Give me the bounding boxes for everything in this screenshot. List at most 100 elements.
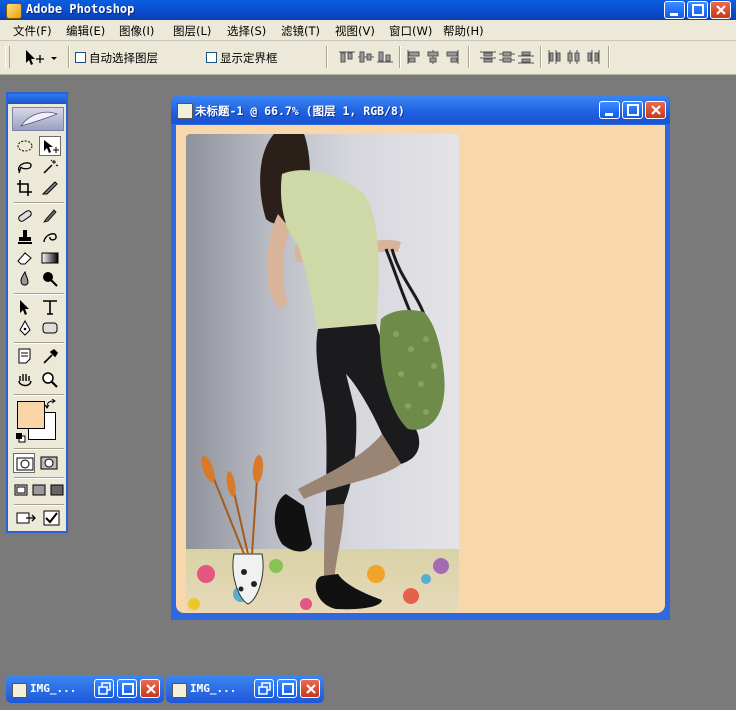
toolbox-title-bar[interactable] xyxy=(8,94,66,104)
options-bar-grip[interactable] xyxy=(5,46,10,68)
swap-colors-icon[interactable] xyxy=(45,399,57,410)
minimized-window-title: IMG_... xyxy=(190,682,237,695)
minimized-window-1[interactable]: IMG_... xyxy=(6,675,164,703)
document-minimize-button[interactable] xyxy=(599,101,620,119)
rectangle-shape-tool[interactable] xyxy=(39,318,61,338)
align-bottom-icon[interactable] xyxy=(376,49,394,65)
notes-tool[interactable] xyxy=(14,346,36,366)
show-bounding-box-label: 显示定界框 xyxy=(220,51,278,65)
clone-stamp-tool[interactable] xyxy=(14,227,36,247)
eyedropper-tool[interactable] xyxy=(39,346,61,366)
move-tool-preset-icon[interactable] xyxy=(22,47,62,69)
standard-mode-button[interactable] xyxy=(13,453,35,473)
menu-bar: 文件(F) 编辑(E) 图像(I) 图层(L) 选择(S) 滤镜(T) 视图(V… xyxy=(0,20,736,41)
separator xyxy=(540,46,542,68)
standard-mode-icon xyxy=(16,457,34,471)
elliptical-marquee-tool[interactable] xyxy=(14,136,36,156)
woman-with-handbag-photo xyxy=(186,134,459,611)
canvas-photo[interactable] xyxy=(186,134,459,611)
blur-tool[interactable] xyxy=(14,269,36,289)
maximize-button[interactable] xyxy=(277,679,297,698)
blur-drop-icon xyxy=(20,271,29,286)
pen-tool[interactable] xyxy=(14,318,36,338)
distribute-horizontal-center-icon[interactable] xyxy=(565,49,583,65)
hand-tool[interactable] xyxy=(14,370,36,390)
align-left-icon[interactable] xyxy=(405,49,423,65)
crop-tool[interactable] xyxy=(14,178,36,198)
history-brush-tool[interactable] xyxy=(39,227,61,247)
distribute-vertical-center-icon[interactable] xyxy=(498,49,516,65)
menu-edit[interactable]: 编辑(E) xyxy=(66,23,105,39)
type-tool[interactable] xyxy=(39,297,61,317)
healing-brush-tool[interactable] xyxy=(14,206,36,226)
slice-knife-icon xyxy=(41,181,58,195)
align-vertical-center-icon[interactable] xyxy=(357,49,375,65)
auto-select-layer-checkbox[interactable] xyxy=(75,52,86,63)
magic-wand-tool[interactable] xyxy=(39,157,61,177)
slice-tool[interactable] xyxy=(39,178,61,198)
restore-button[interactable] xyxy=(254,679,274,698)
menu-filter[interactable]: 滤镜(T) xyxy=(281,23,320,39)
menu-window[interactable]: 窗口(W) xyxy=(389,23,432,39)
menu-select[interactable]: 选择(S) xyxy=(227,23,266,39)
maximize-button[interactable] xyxy=(687,1,708,19)
zoom-tool[interactable] xyxy=(39,370,61,390)
full-screen-mode[interactable] xyxy=(48,481,66,501)
quick-mask-button[interactable] xyxy=(38,453,60,473)
gradient-icon xyxy=(41,252,59,264)
menu-image[interactable]: 图像(I) xyxy=(119,23,154,39)
restore-button[interactable] xyxy=(94,679,114,698)
close-icon xyxy=(306,684,316,694)
imageready-icon xyxy=(16,512,36,524)
menu-layer[interactable]: 图层(L) xyxy=(173,23,211,39)
show-bounding-box-checkbox[interactable] xyxy=(206,52,217,63)
menu-file[interactable]: 文件(F) xyxy=(13,23,52,39)
tool-separator xyxy=(14,394,64,396)
crop-icon xyxy=(17,180,32,196)
dodge-tool[interactable] xyxy=(39,269,61,289)
maximize-button[interactable] xyxy=(117,679,137,698)
default-colors-icon[interactable] xyxy=(15,432,26,443)
minimize-button[interactable] xyxy=(664,1,685,19)
close-button[interactable] xyxy=(300,679,320,698)
standard-screen-mode[interactable] xyxy=(12,481,30,501)
distribute-right-icon[interactable] xyxy=(584,49,602,65)
distribute-bottom-icon[interactable] xyxy=(517,49,535,65)
document-title-bar[interactable]: 未标题-1 @ 66.7% (图层 1, RGB/8) xyxy=(171,96,670,124)
close-button[interactable] xyxy=(710,1,731,19)
eraser-icon xyxy=(17,252,32,265)
distribute-top-icon[interactable] xyxy=(479,49,497,65)
gradient-tool[interactable] xyxy=(39,248,61,268)
feather-logo[interactable] xyxy=(12,107,64,131)
separator xyxy=(326,46,328,68)
app-title-bar[interactable]: Adobe Photoshop xyxy=(0,0,736,20)
align-right-icon[interactable] xyxy=(443,49,461,65)
jump-to-imageready-button[interactable] xyxy=(14,508,38,528)
feather-icon xyxy=(20,111,59,127)
stamp-icon xyxy=(18,230,32,244)
document-maximize-button[interactable] xyxy=(622,101,643,119)
history-brush-icon xyxy=(43,233,57,243)
move-tool[interactable] xyxy=(39,136,61,156)
minimize-icon xyxy=(670,13,678,16)
lasso-tool[interactable] xyxy=(14,157,36,177)
separator xyxy=(468,46,470,68)
check-button[interactable] xyxy=(41,508,63,528)
full-screen-menu-mode[interactable] xyxy=(30,481,48,501)
minimized-window-2[interactable]: IMG_... xyxy=(166,675,324,703)
menu-help[interactable]: 帮助(H) xyxy=(443,23,484,39)
document-close-button[interactable] xyxy=(645,101,666,119)
align-top-icon[interactable] xyxy=(338,49,356,65)
eraser-tool[interactable] xyxy=(14,248,36,268)
foreground-color-swatch[interactable] xyxy=(17,401,45,429)
close-button[interactable] xyxy=(140,679,160,698)
tool-separator xyxy=(14,293,64,295)
app-title: Adobe Photoshop xyxy=(26,2,135,16)
path-selection-tool[interactable] xyxy=(14,297,36,317)
distribute-left-icon[interactable] xyxy=(546,49,564,65)
quick-mask-icon xyxy=(40,456,58,470)
menu-view[interactable]: 视图(V) xyxy=(335,23,375,39)
pen-nib-icon xyxy=(19,320,31,336)
align-horizontal-center-icon[interactable] xyxy=(424,49,442,65)
brush-tool[interactable] xyxy=(39,206,61,226)
